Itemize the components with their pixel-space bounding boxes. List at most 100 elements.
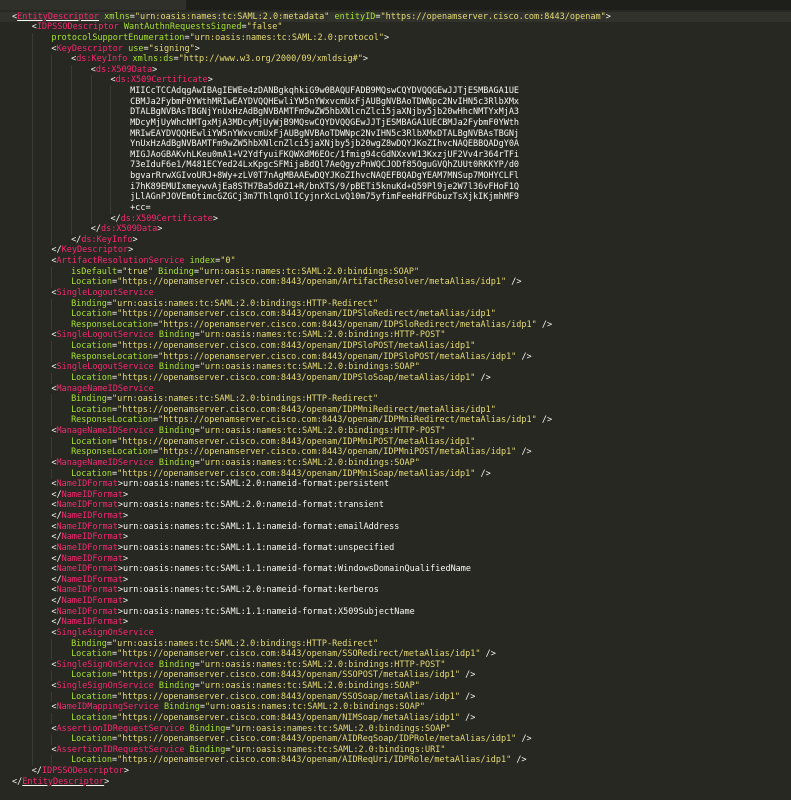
xml-text: i7hK89EMUIxmeywvAjEa8STH7Ba5d0Z1+R/bnXTS…	[130, 181, 520, 192]
xml-punctuation: >	[132, 234, 138, 245]
xml-attribute-name: protocolSupportEnumeration	[51, 32, 185, 43]
xml-tag-name: ds:X509Certificate	[115, 75, 208, 86]
code-line[interactable]: Location="https://openamserver.cisco.com…	[0, 436, 791, 448]
code-line[interactable]: </NameIDFormat>	[0, 532, 791, 543]
code-line[interactable]: CBMJa2FybmF0YWthMRIwEAYDVQQHEwliYW5nYWxv…	[0, 96, 791, 108]
file-tab[interactable]	[0, 0, 186, 10]
code-line[interactable]: </NameIDFormat>	[0, 511, 791, 522]
indent-guide	[51, 64, 71, 76]
code-line[interactable]: </NameIDFormat>	[0, 596, 791, 607]
xml-attribute-value: "urn:oasis:names:tc:SAML:2.0:bindings:SO…	[199, 681, 420, 692]
code-line[interactable]: <NameIDFormat>urn:oasis:names:tc:SAML:1.…	[0, 521, 791, 533]
code-line[interactable]: <NameIDFormat>urn:oasis:names:tc:SAML:2.…	[0, 500, 791, 512]
code-line[interactable]: <SingleSignOnService Binding="urn:oasis:…	[0, 659, 791, 671]
code-line[interactable]: isDefault="true" Binding="urn:oasis:name…	[0, 266, 791, 278]
indent-guide	[71, 139, 91, 150]
code-line[interactable]: <NameIDFormat>urn:oasis:names:tc:SAML:2.…	[0, 585, 791, 597]
code-line[interactable]: Location="https://openamserver.cisco.com…	[0, 734, 791, 745]
code-line[interactable]: ResponseLocation="https://openamserver.c…	[0, 447, 791, 458]
code-line[interactable]: </IDPSSODescriptor>	[0, 766, 791, 777]
indent-guide	[51, 75, 71, 87]
code-line[interactable]: <AssertionIDRequestService Binding="urn:…	[0, 723, 791, 735]
xml-tag-name: EntityDescriptor	[17, 11, 100, 22]
code-line[interactable]: <SingleLogoutService Binding="urn:oasis:…	[0, 362, 791, 373]
xml-punctuation: </	[51, 532, 62, 543]
code-line[interactable]: <NameIDFormat>urn:oasis:names:tc:SAML:2.…	[0, 479, 791, 490]
code-line[interactable]: Location="https://openamserver.cisco.com…	[0, 691, 791, 703]
code-line[interactable]: Binding="urn:oasis:names:tc:SAML:2.0:bin…	[0, 638, 791, 650]
indent-guide	[31, 489, 52, 501]
code-line[interactable]: +cc=	[0, 202, 791, 214]
code-line[interactable]: <NameIDFormat>urn:oasis:names:tc:SAML:1.…	[0, 564, 791, 575]
code-line[interactable]: protocolSupportEnumeration="urn:oasis:na…	[0, 32, 791, 44]
code-line[interactable]: jLlAGnPJOVEmOtimcGZGCj3m7ThlqnOlICyjnrXc…	[0, 192, 791, 203]
indent-guide	[71, 202, 91, 214]
code-line[interactable]: </KeyDescriptor>	[0, 245, 791, 257]
code-editor[interactable]: <EntityDescriptor xmlns="urn:oasis:names…	[0, 11, 791, 788]
code-line[interactable]: Binding="urn:oasis:names:tc:SAML:2.0:bin…	[0, 298, 791, 310]
code-line[interactable]: Location="https://openamserver.cisco.com…	[0, 670, 791, 682]
xml-tag-name: NameIDMappingService	[56, 702, 159, 713]
code-line[interactable]: MDcyMjUyWhcNMTgxMjA3MDcyMjUyWjB9MQswCQYD…	[0, 117, 791, 129]
code-line[interactable]: <ds:KeyInfo xmlns:ds="http://www.w3.org/…	[0, 54, 791, 65]
code-line[interactable]: <NameIDFormat>urn:oasis:names:tc:SAML:1.…	[0, 606, 791, 618]
code-line[interactable]: <ArtifactResolutionService index="0"	[0, 256, 791, 267]
code-line[interactable]: </NameIDFormat>	[0, 489, 791, 501]
code-line[interactable]: bgvarRrwXGIvoURJ+8Wy+zLV0T7nAgMBAAEwDQYJ…	[0, 171, 791, 182]
indent-guide	[12, 384, 32, 395]
code-line[interactable]: Location="https://openamserver.cisco.com…	[0, 712, 791, 724]
xml-attribute-value: "https://openamserver.cisco.com:8443/ope…	[117, 755, 512, 766]
code-line[interactable]: 73eIduF6e1/M481ECYed24LxKpgcSFMijaBdQl7A…	[0, 160, 791, 172]
code-line[interactable]: <SingleLogoutService Binding="urn:oasis:…	[0, 330, 791, 342]
code-line[interactable]: <ManageNameIDService	[0, 383, 791, 395]
code-line[interactable]: <KeyDescriptor use="signing">	[0, 43, 791, 55]
code-line[interactable]: MIICcTCCAdqgAwIBAgIEWEe4zDANBgkqhkiG9w0B…	[0, 86, 791, 97]
code-line[interactable]: Location="https://openamserver.cisco.com…	[0, 372, 791, 384]
code-line[interactable]: ResponseLocation="https://openamserver.c…	[0, 351, 791, 363]
code-line[interactable]: </ds:X509Certificate>	[0, 213, 791, 225]
code-line[interactable]: Location="https://openamserver.cisco.com…	[0, 277, 791, 288]
code-line[interactable]: Location="https://openamserver.cisco.com…	[0, 468, 791, 480]
code-line[interactable]: Binding="urn:oasis:names:tc:SAML:2.0:bin…	[0, 394, 791, 405]
xml-attribute-name: ResponseLocation	[71, 351, 153, 362]
code-line[interactable]: ResponseLocation="https://openamserver.c…	[0, 319, 791, 331]
code-line[interactable]: <ds:X509Data>	[0, 64, 791, 76]
code-line[interactable]: <ManageNameIDService Binding="urn:oasis:…	[0, 457, 791, 469]
xml-text: MIICcTCCAdqgAwIBAgIEWEe4zDANBgkqhkiG9w0B…	[130, 86, 520, 97]
code-line[interactable]: </ds:KeyInfo>	[0, 234, 791, 246]
indent-guide	[31, 755, 52, 767]
code-line[interactable]: <NameIDFormat>urn:oasis:names:tc:SAML:1.…	[0, 542, 791, 554]
indent-guide	[31, 224, 52, 235]
indent-guide	[31, 426, 52, 437]
code-line[interactable]: <ds:X509Certificate>	[0, 75, 791, 87]
code-line[interactable]: <EntityDescriptor xmlns="urn:oasis:names…	[0, 11, 791, 23]
code-line[interactable]: i7hK89EMUIxmeywvAjEa8STH7Ba5d0Z1+R/bnXTS…	[0, 181, 791, 193]
code-line[interactable]: Location="https://openamserver.cisco.com…	[0, 309, 791, 320]
code-line[interactable]: </ds:X509Data>	[0, 224, 791, 235]
indent-guide	[12, 670, 32, 681]
xml-attribute-value: "https://openamserver.cisco.com:8443/ope…	[117, 712, 461, 723]
code-line[interactable]: <SingleLogoutService	[0, 287, 791, 299]
indent-guide	[12, 288, 32, 299]
code-line[interactable]: Location="https://openamserver.cisco.com…	[0, 649, 791, 660]
code-line[interactable]: MRIwEAYDVQQHEwliYW5nYWxvcmUxFjAUBgNVBAoT…	[0, 128, 791, 140]
indent-guide	[110, 139, 130, 150]
code-line[interactable]: </EntityDescriptor>	[0, 777, 791, 788]
code-line[interactable]: <AssertionIDRequestService Binding="urn:…	[0, 744, 791, 756]
xml-text: DTALBgNVBAsTBGNjYnUxHzAdBgNVBAMTFm9wZW5h…	[130, 107, 520, 118]
code-line[interactable]: Location="https://openamserver.cisco.com…	[0, 755, 791, 767]
code-line[interactable]: </NameIDFormat>	[0, 553, 791, 565]
code-line[interactable]: Location="https://openamserver.cisco.com…	[0, 404, 791, 416]
code-line[interactable]: Location="https://openamserver.cisco.com…	[0, 341, 791, 352]
code-line[interactable]: ResponseLocation="https://openamserver.c…	[0, 415, 791, 427]
code-line[interactable]: </NameIDFormat>	[0, 574, 791, 586]
code-line[interactable]: <SingleSignOnService Binding="urn:oasis:…	[0, 681, 791, 692]
code-line[interactable]: <IDPSSODescriptor WantAuthnRequestsSigne…	[0, 22, 791, 33]
code-line[interactable]: </NameIDFormat>	[0, 617, 791, 628]
code-line[interactable]: YnUxHzAdBgNVBAMTFm9wZW5hbXNlcnZlci5jaXNj…	[0, 139, 791, 150]
code-line[interactable]: <ManageNameIDService Binding="urn:oasis:…	[0, 426, 791, 437]
code-line[interactable]: <SingleSignOnService	[0, 627, 791, 639]
code-line[interactable]: <NameIDMappingService Binding="urn:oasis…	[0, 702, 791, 713]
code-line[interactable]: MIGJAoGBAKvhLKeu0mA1+V2YdfyuiFKQWXdM6EOc…	[0, 149, 791, 161]
code-line[interactable]: DTALBgNVBAsTBGNjYnUxHzAdBgNVBAMTFm9wZW5h…	[0, 107, 791, 118]
